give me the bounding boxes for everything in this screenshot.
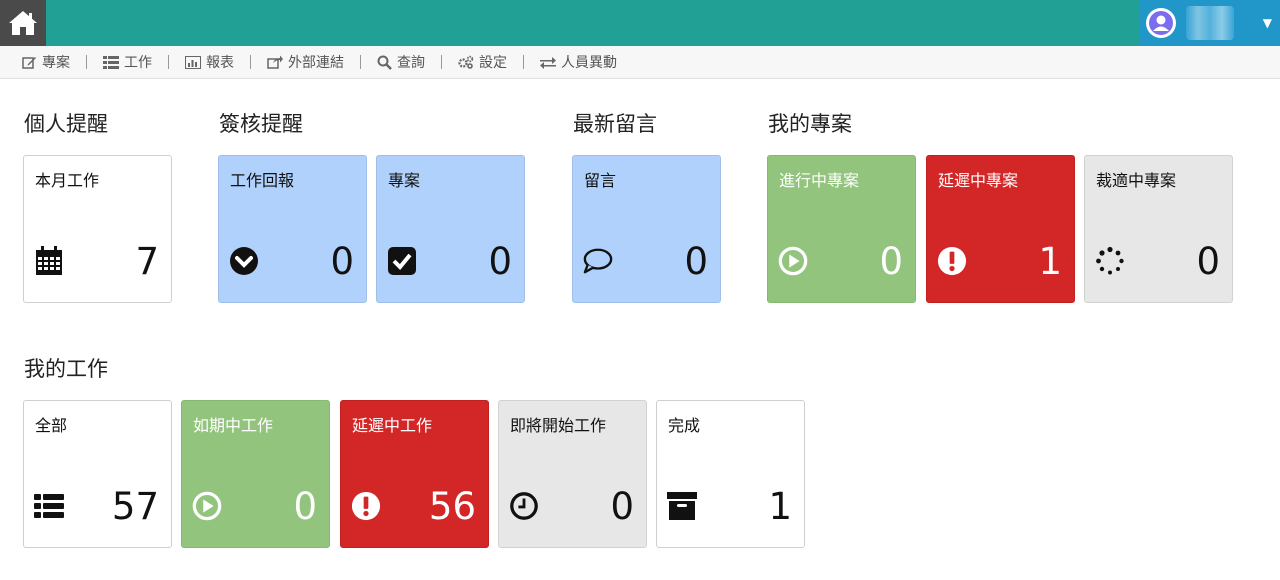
card-count: 7 [135,240,159,283]
card-label: 如期中工作 [193,416,274,435]
card-count: 1 [1038,240,1062,283]
card-count: 0 [330,240,354,283]
menu-item-tasks[interactable]: 工作 [103,52,152,72]
menu-divider [360,55,361,69]
calendar-icon [34,246,64,276]
menu-divider [523,55,524,69]
card-project-active[interactable]: 進行中專案 0 [767,155,916,303]
card-label: 延遲中工作 [352,416,433,435]
section-my-tasks: 我的工作 [24,357,108,381]
card-count: 0 [293,485,317,528]
user-menu[interactable]: ▼ [1140,0,1280,46]
menu-divider [168,55,169,69]
home-icon [9,11,37,35]
section-personal-reminders: 個人提醒 [24,112,108,136]
card-project-delayed[interactable]: 延遲中專案 1 [926,155,1075,303]
search-icon [377,55,392,70]
menu-item-personnel-changes[interactable]: 人員異動 [540,52,617,72]
card-count: 0 [879,240,903,283]
card-work-report[interactable]: 工作回報 0 [218,155,367,303]
exclamation-circle-icon [351,491,381,521]
edit-icon [22,57,36,69]
card-count: 0 [488,240,512,283]
list-icon [103,55,119,69]
menu-divider [250,55,251,69]
list-icon [34,491,64,521]
exchange-icon [540,56,556,69]
card-message[interactable]: 留言 0 [572,155,721,303]
menu-item-projects[interactable]: 專案 [22,52,70,72]
card-task-all[interactable]: 全部 57 [23,400,172,548]
menu-item-search[interactable]: 查詢 [377,52,425,72]
card-label: 本月工作 [35,171,100,190]
play-circle-icon [192,491,222,521]
card-label: 進行中專案 [779,171,860,190]
menu-item-reports[interactable]: 報表 [185,52,234,72]
section-my-projects: 我的專案 [768,112,852,136]
card-project-cut[interactable]: 裁適中專案 0 [1084,155,1233,303]
caret-down-icon: ▼ [1262,16,1272,30]
card-count: 56 [428,485,476,528]
bar-chart-icon [185,55,201,69]
comment-icon [583,246,613,276]
card-count: 0 [1196,240,1220,283]
user-name-blurred [1186,6,1234,40]
top-bar: ▼ [0,0,1280,46]
clock-icon [509,491,539,521]
menu-item-external-links[interactable]: 外部連結 [267,52,344,72]
spinner-icon [1095,246,1125,276]
card-label: 專案 [388,171,421,190]
card-project-review[interactable]: 專案 0 [376,155,525,303]
section-latest-messages: 最新留言 [573,112,657,136]
avatar [1146,8,1176,38]
menu-divider [86,55,87,69]
card-label: 全部 [35,416,68,435]
card-count: 0 [610,485,634,528]
card-count: 57 [111,485,159,528]
card-count: 0 [684,240,708,283]
chevron-circle-down-icon [229,246,259,276]
menu-item-settings[interactable]: 設定 [458,52,507,72]
home-button[interactable] [0,0,46,46]
card-label: 留言 [584,171,617,190]
card-label: 完成 [668,416,701,435]
share-icon [267,55,283,69]
play-circle-icon [778,246,808,276]
card-label: 裁適中專案 [1096,171,1177,190]
card-label: 延遲中專案 [938,171,1019,190]
menu-divider [441,55,442,69]
card-task-delayed[interactable]: 延遲中工作 56 [340,400,489,548]
archive-icon [667,491,697,521]
section-review-reminders: 簽核提醒 [219,112,303,136]
card-count: 1 [768,485,792,528]
card-task-upcoming[interactable]: 即將開始工作 0 [498,400,647,548]
card-label: 即將開始工作 [510,416,607,435]
card-task-done[interactable]: 完成 1 [656,400,805,548]
exclamation-circle-icon [937,246,967,276]
card-label: 工作回報 [230,171,295,190]
menu-bar: 專案 工作 報表 外部連結 查詢 設定 人員異動 [0,46,1280,79]
checkbox-checked-icon [387,246,417,276]
card-task-ontime[interactable]: 如期中工作 0 [181,400,330,548]
card-monthly-work[interactable]: 本月工作 7 [23,155,172,303]
user-icon [1149,11,1173,35]
gears-icon [458,55,474,69]
